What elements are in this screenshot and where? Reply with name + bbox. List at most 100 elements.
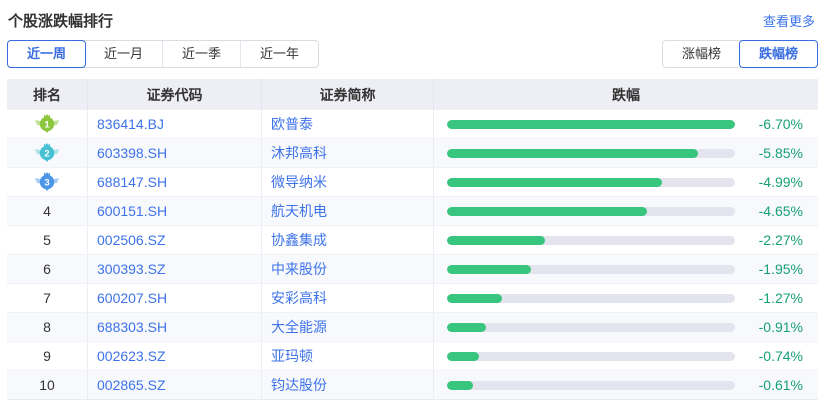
stock-code-link[interactable]: 836414.BJ <box>88 110 262 138</box>
tab-period-year[interactable]: 近一年 <box>240 41 318 67</box>
stock-code-link[interactable]: 600207.SH <box>88 284 262 312</box>
col-header-rank: 排名 <box>7 79 88 110</box>
rank-cell: 9 <box>7 342 88 370</box>
rank-cell: 8 <box>7 313 88 341</box>
change-bar-track <box>447 178 735 187</box>
change-cell: -2.27% <box>434 226 818 254</box>
change-percent: -0.91% <box>735 319 803 335</box>
change-bar-fill <box>447 352 479 361</box>
change-percent: -2.27% <box>735 232 803 248</box>
table-row[interactable]: 5 002506.SZ 协鑫集成 -2.27% <box>7 226 818 255</box>
tab-losers[interactable]: 跌幅榜 <box>739 40 818 68</box>
change-percent: -1.27% <box>735 290 803 306</box>
change-bar-track <box>447 294 735 303</box>
view-more-link[interactable]: 查看更多 <box>763 11 815 30</box>
change-percent: -1.95% <box>735 261 803 277</box>
tab-period-quarter[interactable]: 近一季 <box>162 41 240 67</box>
table-row[interactable]: 9 002623.SZ 亚玛顿 -0.74% <box>7 342 818 371</box>
stock-name-link[interactable]: 微导纳米 <box>262 168 434 196</box>
stock-code-link[interactable]: 688147.SH <box>88 168 262 196</box>
change-bar-track <box>447 265 735 274</box>
change-bar-fill <box>447 120 735 129</box>
rank-medal-icon: 1 <box>34 114 60 134</box>
board-tab-group: 涨幅榜 跌幅榜 <box>662 40 818 68</box>
stock-name-link[interactable]: 大全能源 <box>262 313 434 341</box>
table-header-row: 排名 证券代码 证券简称 跌幅 <box>7 79 818 110</box>
change-bar-track <box>447 236 735 245</box>
change-percent: -0.74% <box>735 348 803 364</box>
change-bar-track <box>447 120 735 129</box>
table-row[interactable]: 3 688147.SH 微导纳米 -4.99% <box>7 168 818 197</box>
stock-name-link[interactable]: 亚玛顿 <box>262 342 434 370</box>
table-row[interactable]: 10 002865.SZ 钧达股份 -0.61% <box>7 371 818 400</box>
change-bar-track <box>447 149 735 158</box>
change-bar-fill <box>447 207 647 216</box>
change-percent: -0.61% <box>735 377 803 393</box>
change-bar-fill <box>447 236 545 245</box>
header-bar: 个股涨跌幅排行 查看更多 <box>0 0 823 31</box>
table-row[interactable]: 4 600151.SH 航天机电 -4.65% <box>7 197 818 226</box>
change-bar-track <box>447 352 735 361</box>
stock-code-link[interactable]: 603398.SH <box>88 139 262 167</box>
svg-text:3: 3 <box>44 177 49 188</box>
change-percent: -4.65% <box>735 203 803 219</box>
page-title: 个股涨跌幅排行 <box>8 10 113 31</box>
change-bar-fill <box>447 265 531 274</box>
stock-name-link[interactable]: 中来股份 <box>262 255 434 283</box>
stock-code-link[interactable]: 002865.SZ <box>88 371 262 399</box>
rank-cell: 3 <box>7 168 88 196</box>
change-bar-fill <box>447 178 662 187</box>
change-cell: -0.74% <box>434 342 818 370</box>
change-cell: -0.61% <box>434 371 818 399</box>
change-bar-fill <box>447 149 698 158</box>
col-header-name: 证券简称 <box>262 79 434 110</box>
stock-code-link[interactable]: 600151.SH <box>88 197 262 225</box>
change-cell: -1.95% <box>434 255 818 283</box>
change-bar-fill <box>447 323 486 332</box>
rank-cell: 10 <box>7 371 88 399</box>
table-body: 1 836414.BJ 欧普泰 -6.70% 2 603398.SH 沐邦高科 … <box>7 110 818 400</box>
stock-code-link[interactable]: 300393.SZ <box>88 255 262 283</box>
table-row[interactable]: 2 603398.SH 沐邦高科 -5.85% <box>7 139 818 168</box>
change-cell: -6.70% <box>434 110 818 138</box>
change-bar-fill <box>447 381 473 390</box>
rank-medal-icon: 3 <box>34 172 60 192</box>
table-row[interactable]: 1 836414.BJ 欧普泰 -6.70% <box>7 110 818 139</box>
stock-name-link[interactable]: 航天机电 <box>262 197 434 225</box>
change-bar-track <box>447 207 735 216</box>
tab-period-month[interactable]: 近一月 <box>85 41 162 67</box>
change-cell: -5.85% <box>434 139 818 167</box>
stock-name-link[interactable]: 钧达股份 <box>262 371 434 399</box>
col-header-code: 证券代码 <box>88 79 262 110</box>
svg-text:2: 2 <box>44 148 49 159</box>
rank-cell: 6 <box>7 255 88 283</box>
rank-cell: 4 <box>7 197 88 225</box>
change-cell: -0.91% <box>434 313 818 341</box>
stock-name-link[interactable]: 安彩高科 <box>262 284 434 312</box>
stock-code-link[interactable]: 002623.SZ <box>88 342 262 370</box>
rank-cell: 2 <box>7 139 88 167</box>
stock-code-link[interactable]: 002506.SZ <box>88 226 262 254</box>
tab-gainers[interactable]: 涨幅榜 <box>663 41 740 67</box>
change-cell: -4.65% <box>434 197 818 225</box>
change-bar-track <box>447 381 735 390</box>
change-bar-fill <box>447 294 502 303</box>
change-bar-track <box>447 323 735 332</box>
rank-medal-icon: 2 <box>34 143 60 163</box>
stock-name-link[interactable]: 沐邦高科 <box>262 139 434 167</box>
change-cell: -1.27% <box>434 284 818 312</box>
change-cell: -4.99% <box>434 168 818 196</box>
svg-text:1: 1 <box>44 119 50 130</box>
table-row[interactable]: 7 600207.SH 安彩高科 -1.27% <box>7 284 818 313</box>
stock-name-link[interactable]: 协鑫集成 <box>262 226 434 254</box>
col-header-change: 跌幅 <box>434 79 818 110</box>
tab-period-week[interactable]: 近一周 <box>7 40 86 68</box>
filter-row: 近一周 近一月 近一季 近一年 涨幅榜 跌幅榜 <box>7 40 818 68</box>
stock-code-link[interactable]: 688303.SH <box>88 313 262 341</box>
table-row[interactable]: 8 688303.SH 大全能源 -0.91% <box>7 313 818 342</box>
stock-name-link[interactable]: 欧普泰 <box>262 110 434 138</box>
ranking-table: 排名 证券代码 证券简称 跌幅 1 836414.BJ 欧普泰 -6.70% 2… <box>7 79 818 400</box>
rank-cell: 5 <box>7 226 88 254</box>
rank-cell: 7 <box>7 284 88 312</box>
table-row[interactable]: 6 300393.SZ 中来股份 -1.95% <box>7 255 818 284</box>
